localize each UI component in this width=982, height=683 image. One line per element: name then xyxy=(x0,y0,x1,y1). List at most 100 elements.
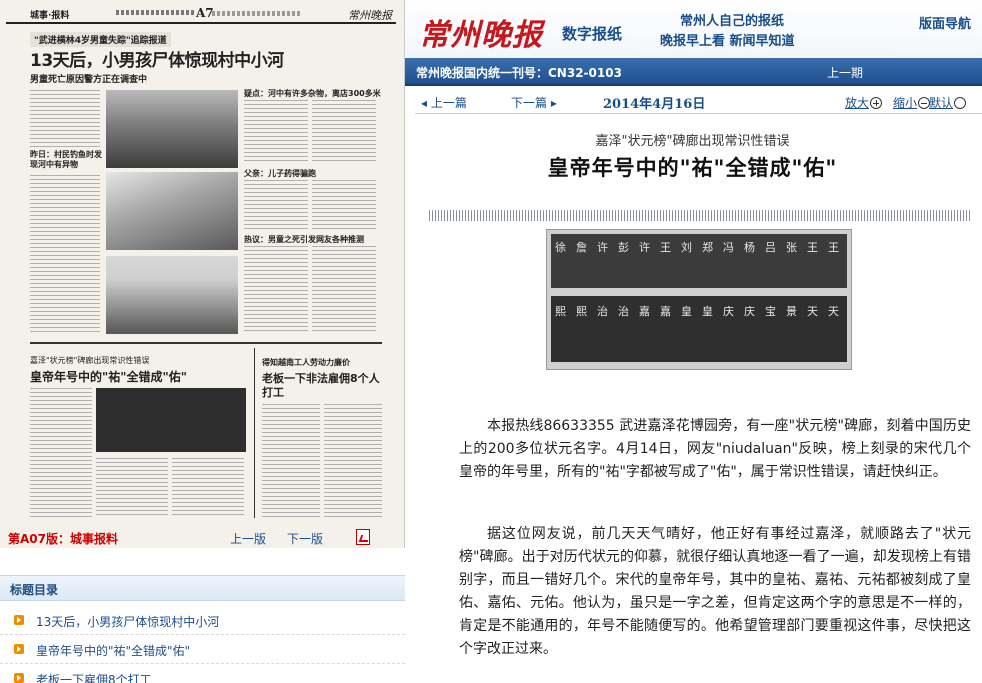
article-paragraph: 据这位网友说，前几天天气晴好，他正好有事经过嘉泽，就顺路去了"状元榜"碑廊。出于… xyxy=(459,526,971,657)
stele-glyph: 嘉 xyxy=(639,305,650,318)
issue-bar: 常州晚报国内统一刊号：CN32-0103 上一期 xyxy=(405,58,982,86)
body-text-block xyxy=(96,458,168,518)
stele-glyph: 治 xyxy=(618,305,629,318)
body-text-block xyxy=(312,246,376,334)
slogan-line: 常州人自己的报纸 xyxy=(680,14,785,29)
toc-item[interactable]: 13天后，小男孩尸体惊现村中小河 xyxy=(0,607,405,635)
prev-page-link[interactable]: 上一版 xyxy=(230,530,266,547)
stele-glyph: 刘 xyxy=(681,241,692,254)
toc-item-label: 皇帝年号中的"祐"全错成"佑" xyxy=(36,644,191,658)
article-paragraph: 本报热线86633355 武进嘉泽花博园旁，有一座"状元榜"碑廊，刻着中国历史上… xyxy=(459,418,971,480)
stele-glyph: 王 xyxy=(660,241,671,254)
issue-date: 2014年4月16日 xyxy=(603,97,706,112)
story-tag: 嘉泽"状元榜"碑廊出现常识性错误 xyxy=(30,356,150,365)
stele-photo: 徐詹许彭许王刘郑冯杨吕张王王 熙熙治治嘉嘉皇皇庆庆宝景天天 xyxy=(546,229,852,370)
stele-row xyxy=(551,234,847,288)
body-text-block xyxy=(262,404,320,518)
body-text-block xyxy=(172,458,244,518)
zoom-default-label: 默认 xyxy=(929,96,954,110)
prev-article-link[interactable]: ◂ 上一篇 xyxy=(421,94,467,111)
zoom-out-button[interactable]: 缩小 xyxy=(893,94,931,111)
body-text-block xyxy=(30,388,92,518)
story-tag: "武进横林4岁男童失踪"追踪报道 xyxy=(30,32,171,47)
toc-title: 标题目录 xyxy=(10,583,59,597)
stele-photo xyxy=(96,388,246,452)
plus-circle-icon xyxy=(870,97,883,109)
prev-issue-link[interactable]: 上一期 xyxy=(827,64,863,81)
next-article-link[interactable]: 下一篇 ▸ xyxy=(511,94,557,111)
page-nav-link[interactable]: 版面导航 xyxy=(919,13,971,32)
body-text-block xyxy=(244,100,308,164)
story-headline[interactable]: 老板一下非法雇佣8个人打工 xyxy=(262,372,382,400)
brand-logo[interactable]: 常州晚报 xyxy=(419,10,543,54)
stele-glyph: 治 xyxy=(597,305,608,318)
stele-glyph: 许 xyxy=(639,241,650,254)
stele-glyph: 张 xyxy=(786,241,797,254)
body-text-block xyxy=(324,404,382,518)
site-banner: 常州晚报 数字报纸 常州人自己的报纸 晚报早上看 新闻早知道 版面导航 xyxy=(405,0,982,58)
article-kicker: 嘉泽"状元榜"碑廊出现常识性错误 xyxy=(595,134,790,149)
toc-item[interactable]: 老板一下雇佣8个打工 xyxy=(0,665,405,683)
zoom-out-label: 缩小 xyxy=(893,96,918,110)
prev-article-label: 上一篇 xyxy=(430,96,467,110)
divider xyxy=(254,348,255,518)
toc-item-label: 老板一下雇佣8个打工 xyxy=(36,673,152,683)
page-header: 城事·报料 A7 常州晚报 xyxy=(6,6,396,24)
body-text-block xyxy=(244,180,308,230)
triangle-left-icon: ◂ xyxy=(421,96,428,110)
story-headline[interactable]: 13天后，小男孩尸体惊现村中小河 xyxy=(30,46,284,71)
divider xyxy=(30,342,382,344)
stele-glyph: 杨 xyxy=(744,241,755,254)
stele-glyph: 王 xyxy=(828,241,839,254)
stele-glyph: 彭 xyxy=(618,241,629,254)
story-subheading: 疑点：河中有许多杂物，离店300多米 xyxy=(244,89,381,98)
story-subheading: 热议：男童之死引发网友各种推测 xyxy=(244,235,364,244)
article-nav: ◂ 上一篇 下一篇 ▸ 2014年4月16日 放大 缩小 默认 xyxy=(415,88,982,114)
zoom-default-button[interactable]: 默认 xyxy=(929,94,967,111)
zoom-in-button[interactable]: 放大 xyxy=(845,94,883,111)
news-photo xyxy=(106,256,238,334)
stele-glyph: 熙 xyxy=(555,305,566,318)
slogan-line: 晚报早上看 新闻早知道 xyxy=(660,34,795,49)
stele-glyph: 詹 xyxy=(576,241,587,254)
page-footer: 第A07版：城事报料 上一版 下一版 xyxy=(0,528,404,548)
stele-glyph: 皇 xyxy=(702,305,713,318)
header-meta-text xyxy=(116,10,194,15)
arrow-bullet-icon xyxy=(14,644,24,654)
stele-glyph: 许 xyxy=(597,241,608,254)
arrow-bullet-icon xyxy=(14,615,24,625)
stele-glyph: 吕 xyxy=(765,241,776,254)
stele-glyph: 天 xyxy=(828,305,839,318)
stele-glyph: 王 xyxy=(807,241,818,254)
story-subhead: 男童死亡原因警方正在调查中 xyxy=(30,75,148,85)
body-text-block xyxy=(244,246,308,334)
left-panel: 城事·报料 A7 常州晚报 "武进横林4岁男童失踪"追踪报道 13天后，小男孩尸… xyxy=(0,0,405,683)
story-headline[interactable]: 皇帝年号中的"祐"全错成"佑" xyxy=(30,368,187,385)
divider xyxy=(429,210,970,221)
brand-subtitle: 数字报纸 xyxy=(562,25,623,43)
story-tag: 得知越南工人劳动力廉价 xyxy=(262,358,350,367)
toc-header: 标题目录 xyxy=(0,575,405,601)
page-header-logo: 常州晚报 xyxy=(348,9,392,22)
stele-row xyxy=(551,296,847,362)
article-panel: 常州晚报 数字报纸 常州人自己的报纸 晚报早上看 新闻早知道 版面导航 常州晚报… xyxy=(405,0,982,683)
next-page-link[interactable]: 下一版 xyxy=(287,530,323,547)
current-page-label: 第A07版：城事报料 xyxy=(8,532,118,546)
body-text-block xyxy=(30,90,100,150)
newspaper-page-image[interactable]: 城事·报料 A7 常州晚报 "武进横林4岁男童失踪"追踪报道 13天后，小男孩尸… xyxy=(0,0,405,548)
stele-glyph: 郑 xyxy=(702,241,713,254)
stele-glyph: 皇 xyxy=(681,305,692,318)
pdf-icon[interactable] xyxy=(356,529,370,545)
stele-glyph: 冯 xyxy=(723,241,734,254)
stele-glyph: 宝 xyxy=(765,305,776,318)
arrow-bullet-icon xyxy=(14,673,24,683)
stele-glyph: 庆 xyxy=(723,305,734,318)
toc-item[interactable]: 皇帝年号中的"祐"全错成"佑" xyxy=(0,636,405,664)
body-text-block xyxy=(312,180,376,230)
news-photo xyxy=(106,172,238,250)
body-text-block xyxy=(312,100,376,164)
story-subheading: 父亲：儿子药得骗跑 xyxy=(244,169,316,178)
stele-glyph: 徐 xyxy=(555,241,566,254)
news-photo xyxy=(106,90,238,168)
page-section-label: 城事·报料 xyxy=(30,11,70,21)
